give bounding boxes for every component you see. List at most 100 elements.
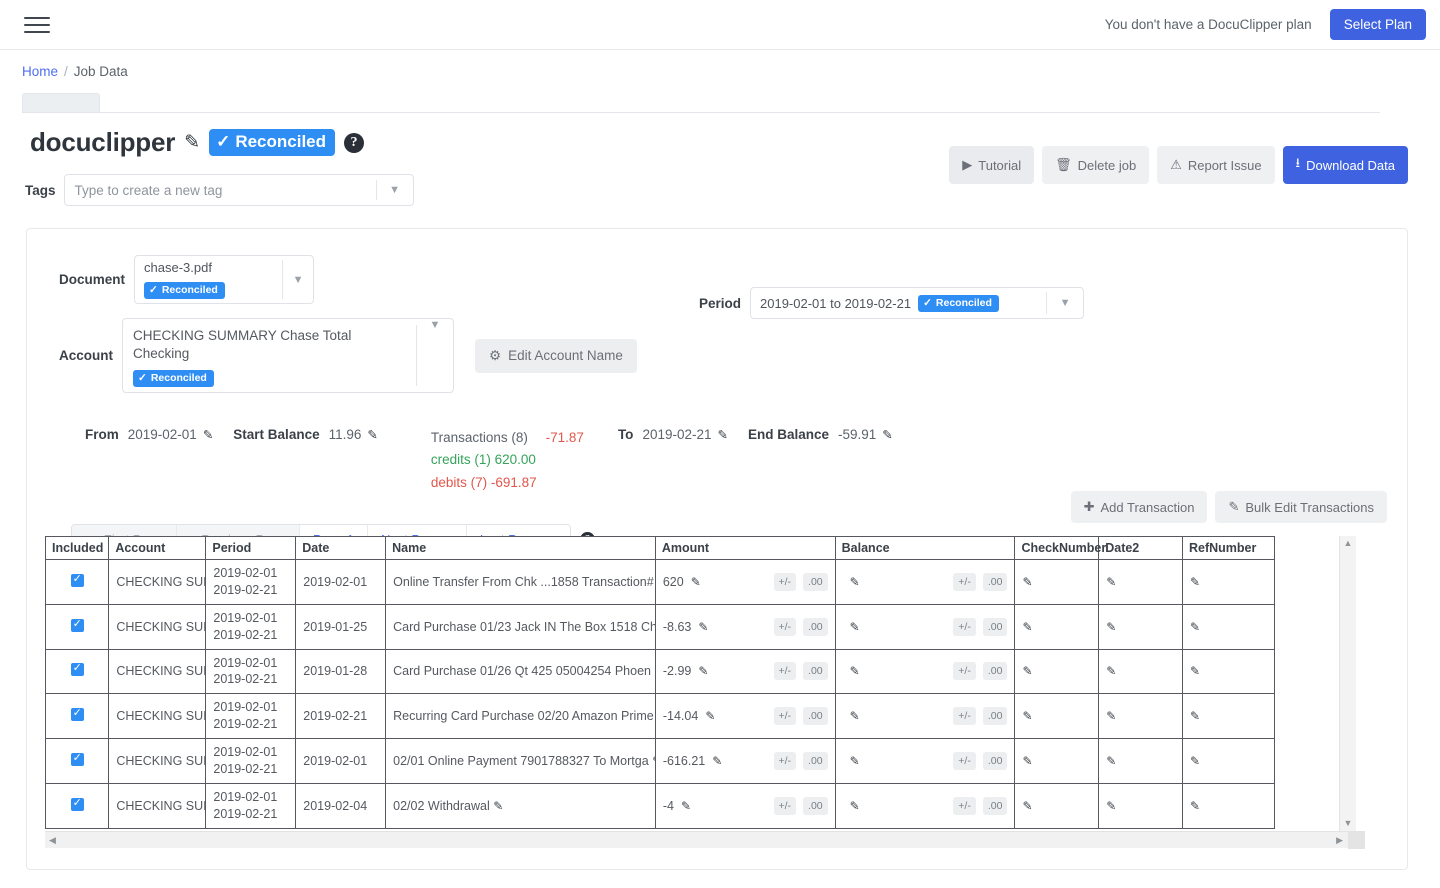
edit-cell-icon[interactable]: ✎️	[493, 799, 503, 813]
plus-minus-button[interactable]: +/-	[774, 752, 797, 770]
edit-cell-icon[interactable]: ✎️	[1022, 575, 1032, 589]
cell-account[interactable]: CHECKING SUI	[109, 604, 206, 649]
tab-active[interactable]	[22, 93, 100, 112]
edit-cell-icon[interactable]: ✎️	[681, 799, 691, 813]
included-checkbox[interactable]	[71, 574, 84, 587]
cell-date2[interactable]: ✎️	[1099, 739, 1183, 784]
edit-cell-icon[interactable]: ✎️	[850, 754, 860, 768]
table-row[interactable]: CHECKING SUI2019-02-012019-02-212019-02-…	[46, 560, 1275, 605]
cell-amount[interactable]: 620✎️+/-.00	[655, 560, 835, 605]
edit-cell-icon[interactable]: ✎️	[1022, 754, 1032, 768]
chevron-down-icon[interactable]: ▼	[1047, 297, 1083, 309]
edit-cell-icon[interactable]: ✎️	[1022, 664, 1032, 678]
cell-period[interactable]: 2019-02-012019-02-21	[206, 694, 296, 739]
scroll-left-arrow[interactable]: ◀	[49, 836, 56, 845]
included-checkbox[interactable]	[71, 798, 84, 811]
table-row[interactable]: CHECKING SUI2019-02-012019-02-212019-01-…	[46, 604, 1275, 649]
cell-included[interactable]	[46, 783, 109, 828]
cell-account[interactable]: CHECKING SUI	[109, 560, 206, 605]
cell-amount[interactable]: -616.21✎️+/-.00	[655, 739, 835, 784]
edit-cell-icon[interactable]: ✎️	[850, 799, 860, 813]
cell-name[interactable]: Card Purchase 01/26 Qt 425 05004254 Phoe…	[386, 649, 656, 694]
scroll-right-arrow[interactable]: ▶	[1336, 836, 1343, 845]
delete-job-button[interactable]: 🗑 Delete job	[1042, 146, 1149, 184]
edit-cell-icon[interactable]: ✎️	[712, 754, 722, 768]
cell-account[interactable]: CHECKING SUI	[109, 783, 206, 828]
cell-balance[interactable]: ✎️ +/- .00	[835, 739, 1015, 784]
table-row[interactable]: CHECKING SUI2019-02-012019-02-212019-02-…	[46, 739, 1275, 784]
cell-checknumber[interactable]: ✎️	[1015, 739, 1099, 784]
cell-refnumber[interactable]: ✎️	[1182, 560, 1274, 605]
included-checkbox[interactable]	[71, 708, 84, 721]
edit-end-balance-icon[interactable]: ✎️	[882, 427, 892, 442]
column-header-date[interactable]: Date	[296, 537, 386, 560]
cell-period[interactable]: 2019-02-012019-02-21	[206, 783, 296, 828]
cell-name[interactable]: Card Purchase 01/23 Jack IN The Box 1518…	[386, 604, 656, 649]
column-header-included[interactable]: Included	[46, 537, 109, 560]
included-checkbox[interactable]	[71, 663, 84, 676]
plus-minus-button[interactable]: +/-	[774, 662, 797, 680]
vertical-scrollbar[interactable]: ▲ ▼	[1339, 536, 1356, 831]
plus-minus-button[interactable]: +/-	[953, 707, 976, 725]
decimals-button[interactable]: .00	[803, 707, 828, 725]
download-data-button[interactable]: ⭳ Download Data	[1283, 146, 1408, 184]
column-header-account[interactable]: Account	[109, 537, 206, 560]
edit-cell-icon[interactable]: ✎️	[1022, 709, 1032, 723]
report-issue-button[interactable]: ⚠ Report Issue	[1157, 146, 1274, 184]
plus-minus-button[interactable]: +/-	[774, 573, 797, 591]
cell-included[interactable]	[46, 739, 109, 784]
decimals-button[interactable]: .00	[983, 707, 1008, 725]
cell-period[interactable]: 2019-02-012019-02-21	[206, 649, 296, 694]
edit-start-balance-icon[interactable]: ✎️	[367, 427, 377, 442]
decimals-button[interactable]: .00	[983, 752, 1008, 770]
cell-refnumber[interactable]: ✎️	[1182, 739, 1274, 784]
table-row[interactable]: CHECKING SUI2019-02-012019-02-212019-02-…	[46, 694, 1275, 739]
cell-balance[interactable]: ✎️+/-.00	[835, 649, 1015, 694]
account-select[interactable]: CHECKING SUMMARY Chase Total Checking ✓ …	[122, 318, 454, 393]
tutorial-button[interactable]: ▶ Tutorial	[949, 146, 1034, 184]
edit-cell-icon[interactable]: ✎️	[1022, 620, 1032, 634]
cell-checknumber[interactable]: ✎️	[1015, 783, 1099, 828]
cell-period[interactable]: 2019-02-012019-02-21	[206, 604, 296, 649]
period-select[interactable]: 2019-02-01 to 2019-02-21 ✓ Reconciled ▼	[750, 287, 1084, 319]
edit-from-icon[interactable]: ✎️	[203, 427, 213, 442]
edit-cell-icon[interactable]: ✎️	[1190, 620, 1200, 634]
cell-included[interactable]	[46, 604, 109, 649]
cell-checknumber[interactable]: ✎️	[1015, 604, 1099, 649]
cell-date[interactable]: 2019-02-01	[296, 560, 386, 605]
cell-amount[interactable]: -8.63✎️+/-.00	[655, 604, 835, 649]
edit-cell-icon[interactable]: ✎️	[1106, 799, 1116, 813]
document-select[interactable]: chase-3.pdf ✓ Reconciled ▼	[134, 255, 314, 304]
plus-minus-button[interactable]: +/-	[953, 618, 976, 636]
cell-name[interactable]: Online Transfer From Chk ...1858 Transac…	[386, 560, 656, 605]
edit-cell-icon[interactable]: ✎️	[1190, 575, 1200, 589]
cell-balance[interactable]: ✎️+/-.00	[835, 783, 1015, 828]
cell-date2[interactable]: ✎️	[1099, 560, 1183, 605]
cell-date[interactable]: 2019-02-01	[296, 739, 386, 784]
plus-minus-button[interactable]: +/-	[774, 618, 797, 636]
cell-date[interactable]: 2019-01-28	[296, 649, 386, 694]
edit-account-name-button[interactable]: ⚙ Edit Account Name	[475, 339, 637, 373]
cell-amount[interactable]: -4✎️+/-.00	[655, 783, 835, 828]
decimals-button[interactable]: .00	[983, 662, 1008, 680]
edit-cell-icon[interactable]: ✎️	[691, 575, 701, 589]
cell-name[interactable]: Recurring Card Purchase 02/20 Amazon Pri…	[386, 694, 656, 739]
edit-title-icon[interactable]: ✎️	[184, 133, 200, 152]
cell-name[interactable]: 02/01 Online Payment 7901788327 To Mortg…	[386, 739, 656, 784]
cell-amount[interactable]: -2.99✎️+/-.00	[655, 649, 835, 694]
cell-amount[interactable]: -14.04✎️+/-.00	[655, 694, 835, 739]
cell-included[interactable]	[46, 694, 109, 739]
decimals-button[interactable]: .00	[803, 797, 828, 815]
cell-balance[interactable]: ✎️+/-.00	[835, 604, 1015, 649]
cell-refnumber[interactable]: ✎️	[1182, 604, 1274, 649]
edit-cell-icon[interactable]: ✎️	[1190, 799, 1200, 813]
cell-refnumber[interactable]: ✎️	[1182, 649, 1274, 694]
edit-cell-icon[interactable]: ✎️	[698, 620, 708, 634]
plus-minus-button[interactable]: +/-	[953, 573, 976, 591]
cell-date2[interactable]: ✎️	[1099, 604, 1183, 649]
edit-cell-icon[interactable]: ✎️	[705, 709, 715, 723]
chevron-down-icon[interactable]: ▼	[417, 319, 453, 392]
column-header-refnumber[interactable]: RefNumber	[1182, 537, 1274, 560]
cell-balance[interactable]: ✎️+/-.00	[835, 560, 1015, 605]
plus-minus-button[interactable]: +/-	[953, 752, 976, 770]
